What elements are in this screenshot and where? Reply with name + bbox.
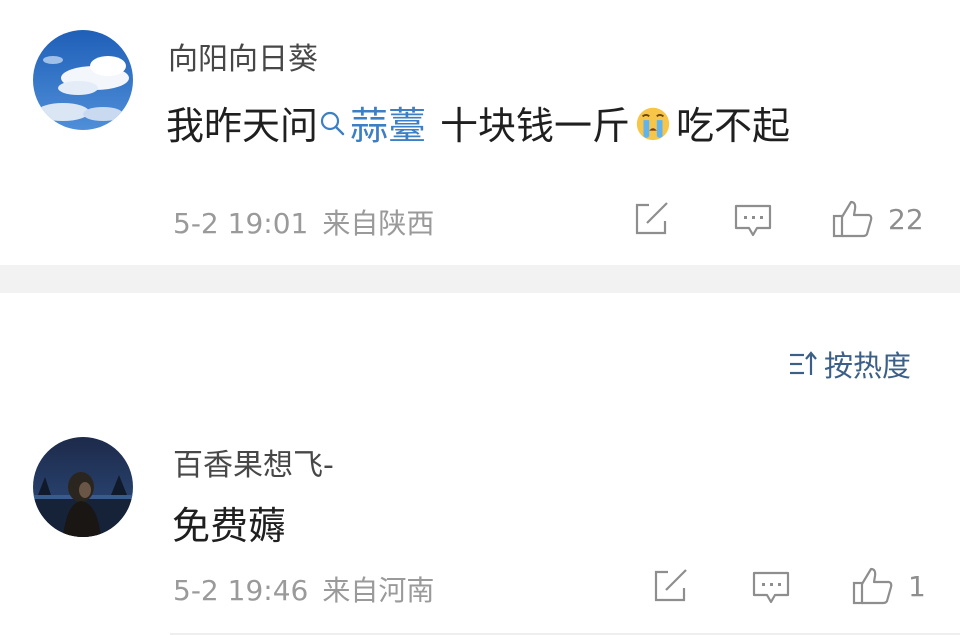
sort-icon <box>790 351 817 375</box>
reply-button[interactable] <box>734 203 772 239</box>
comment-text-part: 十块钱一斤 <box>440 104 631 148</box>
share-icon <box>654 569 687 602</box>
comment-text: 我昨天问 蒜薹 十块钱一斤 吃不起 <box>166 95 790 150</box>
share-icon <box>635 202 668 235</box>
night-portrait-avatar-image <box>33 437 133 537</box>
timestamp: 5-2 19:46 <box>173 574 309 607</box>
location: 来自陕西 <box>322 207 435 240</box>
sort-label: 按热度 <box>824 349 912 383</box>
comment-meta: 5-2 19:01 来自陕西 <box>173 202 434 242</box>
crying-face-icon <box>636 107 670 140</box>
location: 来自河南 <box>322 574 435 607</box>
comment-icon <box>734 204 772 237</box>
like-count: 22 <box>888 202 924 236</box>
section-divider <box>0 265 960 293</box>
thumbs-up-icon <box>852 567 893 605</box>
comment-text: 免费薅 <box>172 495 286 550</box>
timestamp: 5-2 19:01 <box>173 207 309 240</box>
reply-button[interactable] <box>752 570 790 606</box>
avatar[interactable] <box>33 30 133 130</box>
username[interactable]: 向阳向日葵 <box>168 34 318 78</box>
username[interactable]: 百香果想飞- <box>173 440 334 484</box>
comment-meta: 5-2 19:46 来自河南 <box>173 569 434 609</box>
topic-link-label: 蒜薹 <box>350 104 427 148</box>
search-icon <box>320 111 345 135</box>
thumbs-up-icon <box>832 200 873 238</box>
comment-icon <box>752 571 790 604</box>
avatar[interactable] <box>33 437 133 537</box>
sort-button[interactable]: 按热度 <box>788 343 911 385</box>
like-count: 1 <box>908 569 926 603</box>
comment-text-part: 吃不起 <box>676 104 791 148</box>
like-button[interactable]: 22 <box>832 199 924 239</box>
share-button[interactable] <box>633 201 671 237</box>
share-button[interactable] <box>652 568 690 604</box>
sky-avatar-image <box>33 30 133 130</box>
like-button[interactable]: 1 <box>852 566 926 606</box>
topic-link[interactable]: 蒜薹 <box>318 95 426 150</box>
comment-text-part: 我昨天问 <box>166 104 319 148</box>
comment-text-part: 免费薅 <box>172 504 287 548</box>
